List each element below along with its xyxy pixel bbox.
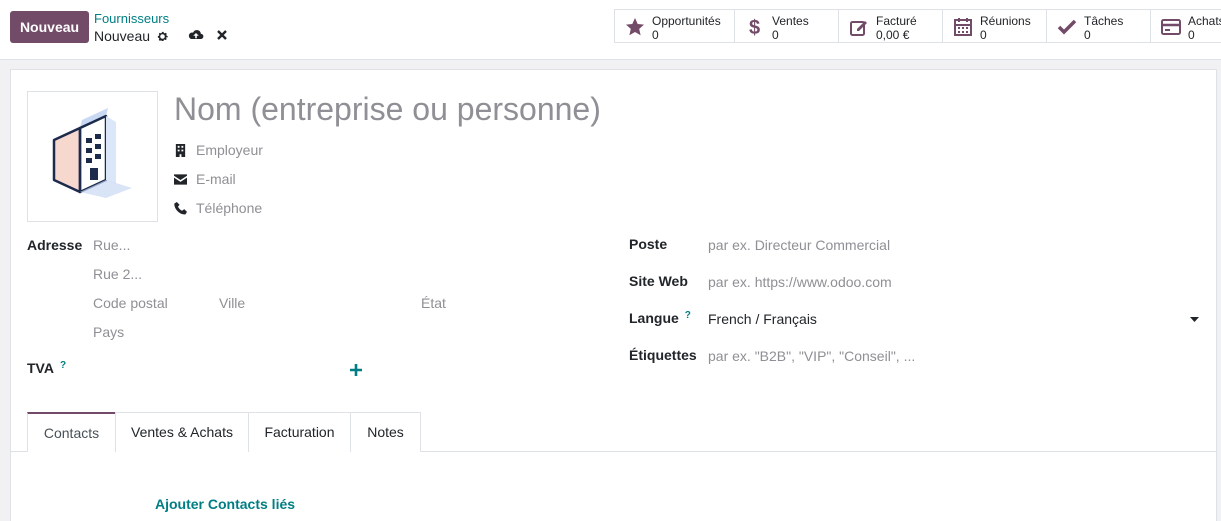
smart-button-label: Achats	[1188, 14, 1221, 28]
vat-label-text: TVA	[27, 360, 54, 376]
check-icon	[1057, 19, 1077, 35]
plus-icon[interactable]	[350, 364, 362, 376]
star-icon	[626, 18, 644, 36]
form-sheet: Nom (entreprise ou personne) Employeur E…	[10, 69, 1217, 521]
smart-button-value: 0	[1084, 28, 1091, 42]
discard-close-icon[interactable]	[216, 28, 228, 42]
job-position-label: Poste	[629, 236, 668, 252]
phone-icon	[174, 201, 187, 215]
notebook-tabs: Contacts Ventes & Achats Facturation Not…	[11, 412, 1216, 453]
language-label: Langue?	[629, 310, 691, 326]
smart-button-label: Tâches	[1084, 14, 1124, 28]
country-select[interactable]: Pays	[93, 324, 124, 340]
language-label-text: Langue	[629, 310, 679, 326]
language-help-icon[interactable]: ?	[685, 310, 691, 321]
job-position-input[interactable]: par ex. Directeur Commercial	[708, 237, 890, 253]
smart-button-meetings[interactable]: Réunions 0	[943, 9, 1047, 43]
phone-placeholder: Téléphone	[196, 200, 263, 216]
dollar-icon: $	[749, 17, 760, 37]
company-avatar[interactable]	[27, 91, 158, 222]
city-input[interactable]: Ville	[219, 295, 245, 311]
website-label: Site Web	[629, 273, 688, 289]
envelope-icon	[174, 173, 187, 185]
website-input[interactable]: par ex. https://www.odoo.com	[708, 274, 892, 290]
credit-card-icon	[1161, 19, 1181, 35]
smart-buttons: Opportunités 0 $ Ventes 0 Facturé 0,00 € Ré…	[614, 9, 1221, 43]
vat-help-icon[interactable]: ?	[60, 360, 66, 371]
cloud-upload-icon[interactable]	[188, 28, 204, 42]
smart-button-label: Opportunités	[652, 14, 721, 28]
tab-contacts[interactable]: Contacts	[27, 412, 116, 453]
tab-sales-purchases[interactable]: Ventes & Achats	[115, 412, 249, 452]
employer-placeholder: Employeur	[196, 142, 263, 158]
phone-field[interactable]: Téléphone	[174, 200, 262, 216]
building-illustration-icon	[52, 108, 132, 198]
smart-button-purchases[interactable]: Achats0	[1151, 9, 1221, 43]
street-input[interactable]: Rue...	[93, 237, 130, 253]
smart-button-label: Ventes	[772, 14, 809, 28]
tags-input[interactable]: par ex. "B2B", "VIP", "Conseil", ...	[708, 348, 915, 364]
smart-button-label: Facturé	[876, 14, 917, 28]
vat-label: TVA?	[27, 360, 66, 376]
calendar-icon	[954, 18, 972, 36]
breadcrumb-parent-link[interactable]: Fournisseurs	[94, 11, 169, 26]
control-panel: Nouveau Fournisseurs Nouveau Opportunité…	[0, 0, 1221, 60]
language-select[interactable]: French / Français	[708, 311, 817, 327]
state-select[interactable]: État	[421, 295, 446, 311]
smart-button-value: 0	[772, 28, 779, 42]
add-linked-contacts-link[interactable]: Ajouter Contacts liés	[155, 496, 295, 512]
street2-input[interactable]: Rue 2...	[93, 266, 142, 282]
invoice-edit-icon	[850, 21, 867, 36]
smart-button-tasks[interactable]: Tâches 0	[1047, 9, 1151, 43]
smart-button-value: 0	[1188, 28, 1195, 42]
zip-input[interactable]: Code postal	[93, 295, 168, 311]
gear-icon[interactable]	[156, 30, 169, 43]
tab-invoicing[interactable]: Facturation	[248, 412, 351, 452]
caret-down-icon[interactable]	[1190, 317, 1199, 323]
address-label: Adresse	[27, 237, 83, 253]
breadcrumb-current-label: Nouveau	[94, 28, 151, 44]
tags-label: Étiquettes	[629, 347, 697, 363]
breadcrumb-current: Nouveau	[94, 28, 169, 44]
email-field[interactable]: E-mail	[174, 171, 236, 187]
smart-button-value: 0	[980, 28, 987, 42]
smart-button-value: 0	[652, 28, 659, 42]
tab-notes[interactable]: Notes	[350, 412, 421, 452]
smart-button-value: 0,00 €	[876, 28, 910, 42]
building-icon	[175, 143, 186, 157]
employer-field[interactable]: Employeur	[174, 142, 263, 158]
smart-button-sales[interactable]: $ Ventes 0	[735, 9, 839, 43]
svg-text:$: $	[749, 17, 760, 37]
new-button[interactable]: Nouveau	[10, 11, 89, 43]
smart-button-opportunities[interactable]: Opportunités 0	[615, 9, 735, 43]
smart-button-invoiced[interactable]: Facturé 0,00 €	[839, 9, 943, 43]
partner-name-input[interactable]: Nom (entreprise ou personne)	[174, 91, 601, 128]
smart-button-label: Réunions	[980, 14, 1031, 28]
email-placeholder: E-mail	[196, 171, 236, 187]
